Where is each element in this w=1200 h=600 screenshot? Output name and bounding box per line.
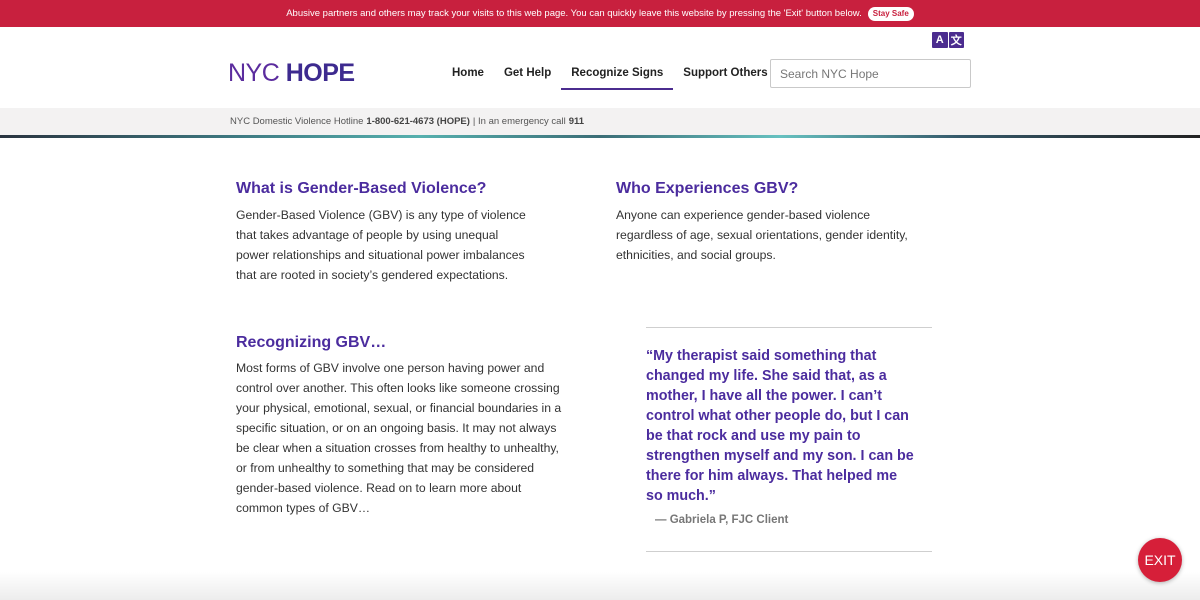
stay-safe-button[interactable]: Stay Safe (867, 6, 914, 21)
what-is-gbv-heading: What is Gender-Based Violence? (236, 180, 487, 197)
text-line: common types of GBV… (236, 501, 371, 515)
quote-line: so much.” (646, 488, 716, 504)
quote-line: control what other people do, but I can (646, 408, 909, 424)
testimonial-quote: “My therapist said something that change… (646, 346, 938, 506)
who-experiences-gbv-text: Anyone can experience gender-based viole… (616, 205, 908, 265)
who-experiences-gbv-heading: Who Experiences GBV? (616, 180, 799, 197)
emergency-number[interactable]: 911 (569, 116, 584, 127)
text-line: that are rooted in society’s gendered ex… (236, 268, 509, 282)
text-line: Gender-Based Violence (GBV) is any type … (236, 208, 526, 222)
safety-alert-text: Abusive partners and others may track yo… (286, 8, 862, 19)
text-line: your physical, emotional, sexual, or fin… (236, 401, 562, 415)
hotline-number[interactable]: 1-800-621-4673 (HOPE) (366, 116, 470, 127)
quote-line: mother, I have all the power. I can’t (646, 388, 882, 404)
text-line: regardless of age, sexual orientations, … (616, 228, 908, 242)
quote-line: changed my life. She said that, as a (646, 368, 887, 384)
text-line: control over another. This often looks l… (236, 381, 560, 395)
quote-line: be that rock and use my pain to (646, 428, 861, 444)
quote-author: — Gabriela P, FJC Client (655, 514, 789, 526)
text-line: power relationships and situational powe… (236, 248, 525, 262)
logo-nyc-text: NYC (228, 59, 280, 87)
quote-line: strengthen myself and my son. I can be (646, 448, 914, 464)
nyc-hope-logo[interactable]: NYC HOPE (228, 59, 355, 87)
nav-recognize-signs[interactable]: Recognize Signs (561, 59, 674, 90)
recognizing-gbv-heading: Recognizing GBV… (236, 334, 387, 351)
header-divider (0, 135, 1200, 138)
hotline-label: NYC Domestic Violence Hotline (230, 116, 364, 127)
page-bottom-fade (0, 572, 1200, 600)
nav-home[interactable]: Home (442, 59, 494, 90)
hotline-bar: NYC Domestic Violence Hotline 1-800-621-… (0, 108, 1200, 135)
logo-hope-text: HOPE (285, 59, 355, 87)
text-line: or from unhealthy to something that may … (236, 461, 535, 475)
site-header: NYC HOPE A 文 Home Get Help Recognize Sig… (0, 27, 1200, 108)
translate-icon[interactable]: A 文 (932, 32, 964, 48)
translate-icon-cjk: 文 (948, 32, 964, 48)
recognizing-gbv-text: Most forms of GBV involve one person hav… (236, 358, 561, 518)
quote-line: “My therapist said something that (646, 348, 877, 364)
nav-get-help[interactable]: Get Help (494, 59, 561, 90)
nav-support-others[interactable]: Support Others (673, 59, 777, 90)
main-nav: Home Get Help Recognize Signs Support Ot… (442, 59, 778, 90)
quote-top-divider (646, 327, 932, 328)
text-line: be clear when a situation crosses from h… (236, 441, 559, 455)
what-is-gbv-text: Gender-Based Violence (GBV) is any type … (236, 205, 526, 285)
text-line: Anyone can experience gender-based viole… (616, 208, 871, 222)
quote-line: there for him always. That helped me (646, 468, 898, 484)
text-line: Most forms of GBV involve one person hav… (236, 361, 545, 375)
translate-icon-latin: A (932, 32, 948, 48)
quote-bottom-divider (646, 551, 932, 552)
text-line: gender-based violence. Read on to learn … (236, 481, 522, 495)
emergency-label: | In an emergency call (472, 116, 566, 127)
text-line: that takes advantage of people by using … (236, 228, 499, 242)
safety-alert-bar: Abusive partners and others may track yo… (0, 0, 1200, 27)
text-line: specific situation, or on an ongoing bas… (236, 421, 557, 435)
text-line: ethnicities, and social groups. (616, 248, 776, 262)
search-input[interactable] (770, 59, 971, 88)
exit-button[interactable]: EXIT (1138, 538, 1182, 582)
